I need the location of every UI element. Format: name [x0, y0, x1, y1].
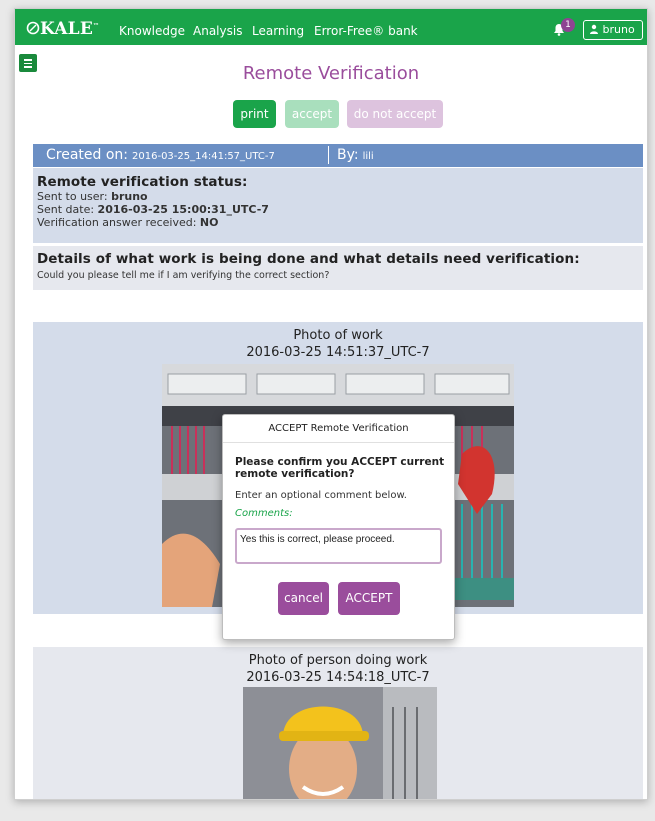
photo-of-work-date: 2016-03-25 14:51:37_UTC-7	[246, 345, 430, 360]
app-window: KALE™ Knowledge Analysis Learning Error-…	[14, 8, 648, 800]
photo-of-work-title: Photo of work	[293, 328, 383, 343]
answer-label: Verification answer received:	[37, 216, 197, 229]
modal-cancel-button[interactable]: cancel	[278, 582, 329, 615]
sent-date-line: Sent date: 2016-03-25 15:00:31_UTC-7	[37, 203, 639, 216]
created-info-bar: Created on: 2016-03-25_14:41:57_UTC-7 By:…	[33, 144, 643, 167]
page-title: Remote Verification	[242, 63, 420, 84]
created-by-user: lili	[362, 151, 374, 162]
user-name: bruno	[602, 23, 635, 36]
nav-error-free-bank[interactable]: Error-Free® bank	[314, 24, 418, 38]
accept-button[interactable]: accept	[285, 100, 339, 128]
created-bar-divider	[328, 146, 329, 164]
user-menu-button[interactable]: bruno	[583, 20, 643, 40]
modal-title: ACCEPT Remote Verification	[223, 415, 454, 443]
modal-question: Please confirm you ACCEPT current remote…	[235, 456, 445, 480]
photo-of-person-date: 2016-03-25 14:54:18_UTC-7	[246, 670, 430, 685]
nav-analysis[interactable]: Analysis	[193, 24, 242, 38]
created-by-label: By:	[337, 147, 359, 163]
details-heading: Details of what work is being done and w…	[37, 251, 580, 267]
person-photo-image[interactable]	[243, 687, 437, 799]
modal-accept-button[interactable]: ACCEPT	[338, 582, 400, 615]
brand-trademark: ™	[93, 22, 100, 30]
answer-value: NO	[199, 216, 219, 229]
created-by: By: lili	[337, 147, 374, 163]
work-details-panel: Details of what work is being done and w…	[33, 246, 643, 290]
notification-count-badge: 1	[561, 18, 575, 32]
sent-to-value: bruno	[111, 190, 148, 203]
status-heading: Remote verification status:	[37, 174, 248, 190]
nav-learning[interactable]: Learning	[252, 24, 304, 38]
brand-name: KALE	[40, 19, 93, 39]
sent-date-value: 2016-03-25 15:00:31_UTC-7	[97, 203, 269, 216]
photo-of-person-panel: Photo of person doing work 2016-03-25 14…	[33, 647, 643, 799]
created-on: Created on: 2016-03-25_14:41:57_UTC-7	[46, 147, 275, 163]
sent-date-label: Sent date:	[37, 203, 95, 216]
created-date: 2016-03-25_14:41:57_UTC-7	[132, 151, 275, 162]
answer-line: Verification answer received: NO	[37, 216, 639, 229]
details-text: Could you please tell me if I am verifyi…	[37, 270, 330, 281]
top-navbar: KALE™ Knowledge Analysis Learning Error-…	[15, 9, 647, 45]
sent-to-line: Sent to user: bruno	[37, 190, 639, 203]
brand-logo[interactable]: KALE™	[26, 19, 99, 39]
photo-of-person-title: Photo of person doing work	[248, 653, 428, 668]
modal-hint: Enter an optional comment below.	[235, 490, 407, 501]
do-not-accept-button[interactable]: do not accept	[347, 100, 443, 128]
sent-to-label: Sent to user:	[37, 190, 108, 203]
verification-status-panel: Remote verification status: Sent to user…	[33, 168, 643, 243]
print-button[interactable]: print	[233, 100, 276, 128]
nav-knowledge[interactable]: Knowledge	[119, 24, 185, 38]
created-on-label: Created on:	[46, 147, 129, 163]
accept-verification-modal: ACCEPT Remote Verification Please confir…	[222, 414, 455, 640]
user-icon	[590, 24, 598, 34]
kale-leaf-icon	[26, 21, 40, 35]
comments-textarea[interactable]: Yes this is correct, please proceed.	[235, 528, 442, 564]
comments-label: Comments:	[235, 508, 293, 519]
